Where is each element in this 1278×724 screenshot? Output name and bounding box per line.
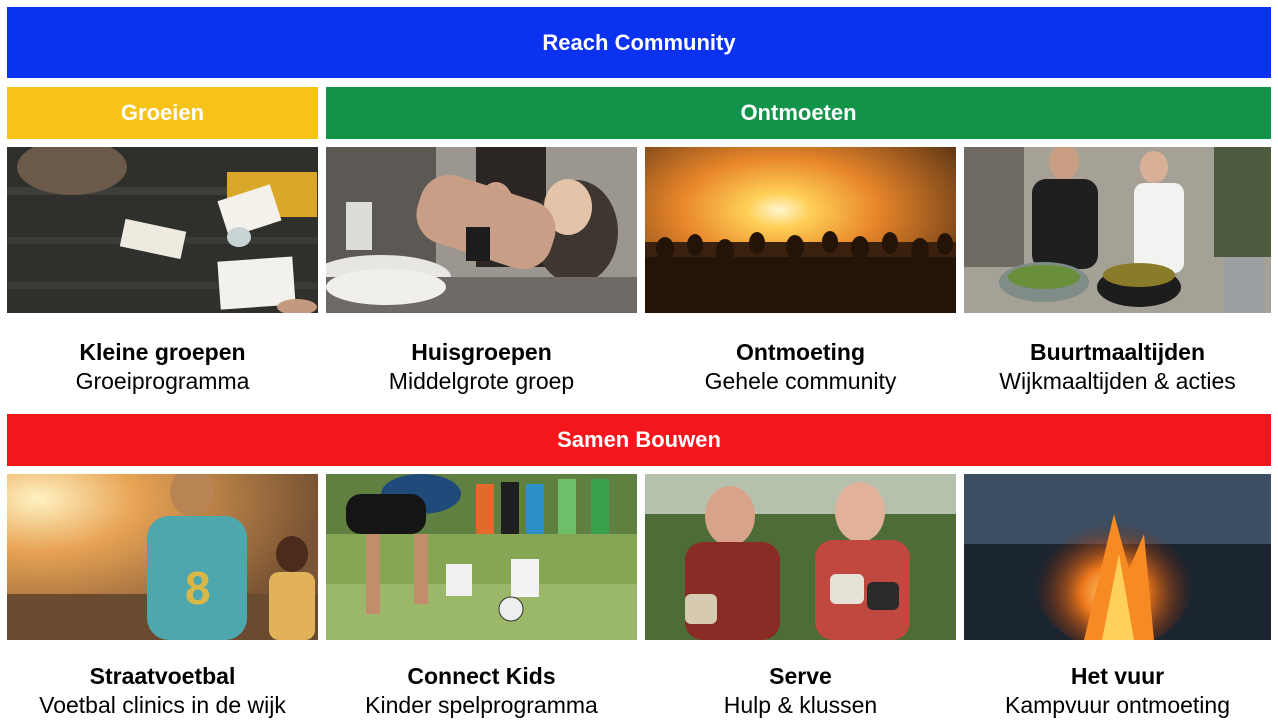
header-bar: Reach Community [7, 7, 1271, 78]
caption-title: Huisgroepen [411, 339, 552, 365]
caption-subtitle: Kampvuur ontmoeting [1004, 692, 1230, 718]
caption-title: Ontmoeting [735, 339, 866, 365]
gardening-men-photo [645, 474, 956, 640]
caption-title: Kleine groepen [79, 339, 246, 365]
caption-title: Het vuur [1070, 663, 1165, 689]
kids-football-photo [326, 474, 637, 640]
caption-subtitle: Wijkmaaltijden & acties [999, 368, 1236, 394]
samen-bouwen-label: Samen Bouwen [557, 427, 721, 452]
street-football-photo: 8 [7, 474, 318, 640]
ontmoeten-bar: Ontmoeten [326, 87, 1271, 139]
caption-subtitle: Groeiprogramma [75, 368, 250, 394]
caption-subtitle: Kinder spelprogramma [365, 692, 598, 718]
caption-subtitle: Middelgrote groep [388, 368, 575, 394]
caption-title: Straatvoetbal [89, 663, 236, 689]
caption-subtitle: Voetbal clinics in de wijk [39, 692, 286, 718]
caption-title: Connect Kids [407, 663, 556, 689]
caption-huisgroepen: Huisgroepen Middelgrote groep [326, 338, 637, 396]
caption-subtitle: Hulp & klussen [723, 692, 878, 718]
cooking-photo [964, 147, 1271, 313]
family-dinner-photo [326, 147, 637, 313]
caption-buurtmaaltijden: Buurtmaaltijden Wijkmaaltijden & acties [964, 338, 1271, 396]
samen-bouwen-bar: Samen Bouwen [7, 414, 1271, 466]
caption-kleine-groepen: Kleine groepen Groeiprogramma [7, 338, 318, 396]
ontmoeten-label: Ontmoeten [740, 100, 857, 125]
sunset-crowd-photo [645, 147, 956, 313]
campfire-photo [964, 474, 1271, 640]
groeien-bar: Groeien [7, 87, 318, 139]
header-title: Reach Community [542, 29, 736, 55]
caption-title: Serve [769, 663, 832, 689]
caption-subtitle: Gehele community [704, 368, 897, 394]
caption-ontmoeting: Ontmoeting Gehele community [645, 338, 956, 396]
caption-connect-kids: Connect Kids Kinder spelprogramma [326, 662, 637, 720]
caption-title: Buurtmaaltijden [1029, 339, 1206, 365]
caption-het-vuur: Het vuur Kampvuur ontmoeting [964, 662, 1271, 720]
groeien-label: Groeien [120, 100, 205, 125]
svg-text:8: 8 [185, 562, 211, 614]
study-table-photo [7, 147, 318, 313]
caption-serve: Serve Hulp & klussen [645, 662, 956, 720]
caption-straatvoetbal: Straatvoetbal Voetbal clinics in de wijk [7, 662, 318, 720]
